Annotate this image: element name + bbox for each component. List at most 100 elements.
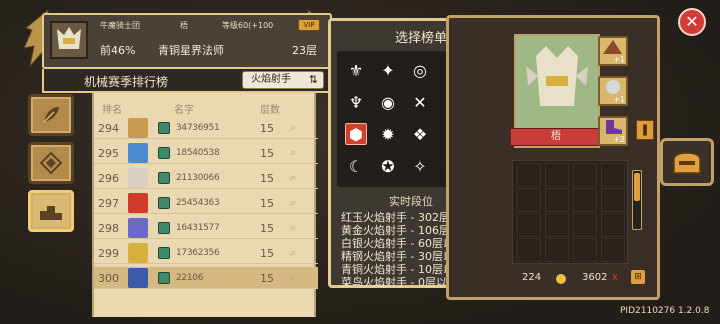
row-name: 22106	[176, 273, 204, 283]
class-icon[interactable]: ❖	[409, 123, 431, 145]
inventory-slot[interactable]	[517, 188, 541, 212]
row-name: 17362356	[176, 248, 220, 258]
row-rank: 297	[98, 197, 119, 210]
guild-name: 牛魔骑士团	[100, 21, 140, 30]
inspect-icon[interactable]: ⌕	[290, 271, 296, 285]
inspect-icon[interactable]: ⌕	[290, 171, 296, 185]
col-rank: 排名	[102, 105, 122, 116]
inspect-icon[interactable]: ⌕	[290, 146, 296, 160]
inventory-slot[interactable]	[601, 213, 625, 237]
table-row[interactable]: 294 34736951 15 ⌕	[94, 117, 318, 139]
class-icon[interactable]: ◎	[409, 59, 431, 81]
rank-percent: 前46%	[100, 44, 136, 57]
inventory-slot[interactable]	[573, 163, 597, 187]
class-icon[interactable]: ☾	[345, 155, 367, 177]
helmet-icon	[673, 152, 701, 174]
table-row[interactable]: 297 25454363 15 ⌕	[94, 192, 318, 214]
class-icon[interactable]: ◉	[377, 91, 399, 113]
row-floor: 15	[260, 122, 274, 135]
inspect-icon[interactable]: ⌕	[290, 196, 296, 210]
row-rank: 295	[98, 147, 119, 160]
knight-avatar-icon	[57, 27, 81, 49]
inventory-slot[interactable]	[573, 188, 597, 212]
row-name: 25454363	[176, 198, 220, 208]
inventory-slot[interactable]	[517, 238, 541, 262]
hero-avatar-icon	[128, 193, 148, 213]
row-rank: 294	[98, 122, 119, 135]
inventory-slot[interactable]	[601, 188, 625, 212]
pet-icon	[158, 197, 170, 209]
inventory-slot[interactable]	[573, 213, 597, 237]
col-name: 名字	[174, 105, 194, 116]
vip-badge: VIP	[298, 19, 320, 31]
inventory-slot[interactable]	[517, 163, 541, 187]
inspect-icon[interactable]: ⌕	[290, 246, 296, 260]
pet-icon	[158, 272, 170, 284]
row-name: 34736951	[176, 123, 220, 133]
table-row[interactable]: 300 22106 15 ⌕	[94, 267, 318, 289]
class-icon[interactable]: ✪	[377, 155, 399, 177]
table-row[interactable]: 295 18540538 15 ⌕	[94, 142, 318, 164]
pet-icon	[158, 247, 170, 259]
player-header: 牛魔骑士团 梧 等级60(+100 VIP 前46% 青铜星界法师 23层	[42, 13, 332, 69]
table-row[interactable]: 296 21130066 15 ⌕	[94, 167, 318, 189]
row-rank: 299	[98, 247, 119, 260]
inventory-slot[interactable]	[517, 213, 541, 237]
swap-icon: ⇅	[308, 73, 318, 86]
row-floor: 15	[260, 272, 274, 285]
collapse-arrow-button[interactable]: ❚	[636, 120, 654, 140]
inventory-slot[interactable]	[545, 188, 569, 212]
hero-sprite-icon	[526, 46, 588, 106]
wizard-hat-icon	[603, 40, 622, 54]
hero-avatar-icon	[128, 168, 148, 188]
helmet-button[interactable]	[660, 138, 714, 186]
inventory-slot[interactable]	[601, 163, 625, 187]
class-icon[interactable]: ♆	[345, 91, 367, 113]
avatar[interactable]	[50, 21, 88, 59]
hero-name: 梧	[510, 128, 602, 146]
col-floor: 层数	[260, 105, 280, 116]
season-title: 机械赛季排行榜	[84, 75, 169, 89]
class-select-label: 火焰射手	[251, 74, 291, 85]
class-icon[interactable]: ⬢	[345, 123, 367, 145]
class-select-button[interactable]: 火焰射手 ⇅	[242, 71, 324, 89]
podium-icon	[40, 206, 62, 220]
tab-diamond[interactable]	[28, 142, 74, 184]
row-rank: 296	[98, 172, 119, 185]
pet-icon	[158, 222, 170, 234]
row-name: 21130066	[176, 173, 220, 183]
inventory-slot[interactable]	[545, 163, 569, 187]
close-button[interactable]: ✕	[678, 8, 706, 36]
inventory-slot[interactable]	[545, 238, 569, 262]
class-icon[interactable]: ✕	[409, 91, 431, 113]
inventory-scrollbar[interactable]	[632, 170, 642, 230]
equip-slot-helm[interactable]: +1	[598, 76, 628, 106]
class-icon[interactable]: ✹	[377, 123, 399, 145]
player-name: 梧	[180, 21, 188, 30]
equip-slot-weapon[interactable]: +1	[598, 36, 628, 66]
inventory-slot[interactable]	[573, 238, 597, 262]
tab-feather[interactable]	[28, 94, 74, 136]
skull-icon	[606, 80, 620, 94]
table-row[interactable]: 298 16431577 15 ⌕	[94, 217, 318, 239]
ranking-header: 排名 名字 层数	[94, 99, 318, 116]
inspect-icon[interactable]: ⌕	[290, 221, 296, 235]
player-title: 青铜星界法师	[158, 44, 224, 57]
player-floor: 23层	[292, 44, 317, 57]
menu-icon[interactable]: ⊞	[631, 270, 645, 284]
row-floor: 15	[260, 172, 274, 185]
table-row[interactable]: 299 17362356 15 ⌕	[94, 242, 318, 264]
equip-slot-boots[interactable]: +2	[598, 116, 628, 146]
row-floor: 15	[260, 147, 274, 160]
inventory-slot[interactable]	[601, 238, 625, 262]
tab-podium[interactable]	[28, 190, 74, 232]
ranking-list: 排名 名字 层数 294 34736951 15 ⌕ 295 18540538 15 ⌕ 296…	[92, 93, 318, 317]
boot-icon	[606, 120, 622, 134]
pet-icon	[158, 147, 170, 159]
class-icon[interactable]: ✦	[377, 59, 399, 81]
class-icon[interactable]: ⚜	[345, 59, 367, 81]
class-icon[interactable]: ✧	[409, 155, 431, 177]
inventory-slot[interactable]	[545, 213, 569, 237]
inspect-icon[interactable]: ⌕	[290, 121, 296, 135]
scroll-thumb[interactable]	[634, 173, 640, 201]
